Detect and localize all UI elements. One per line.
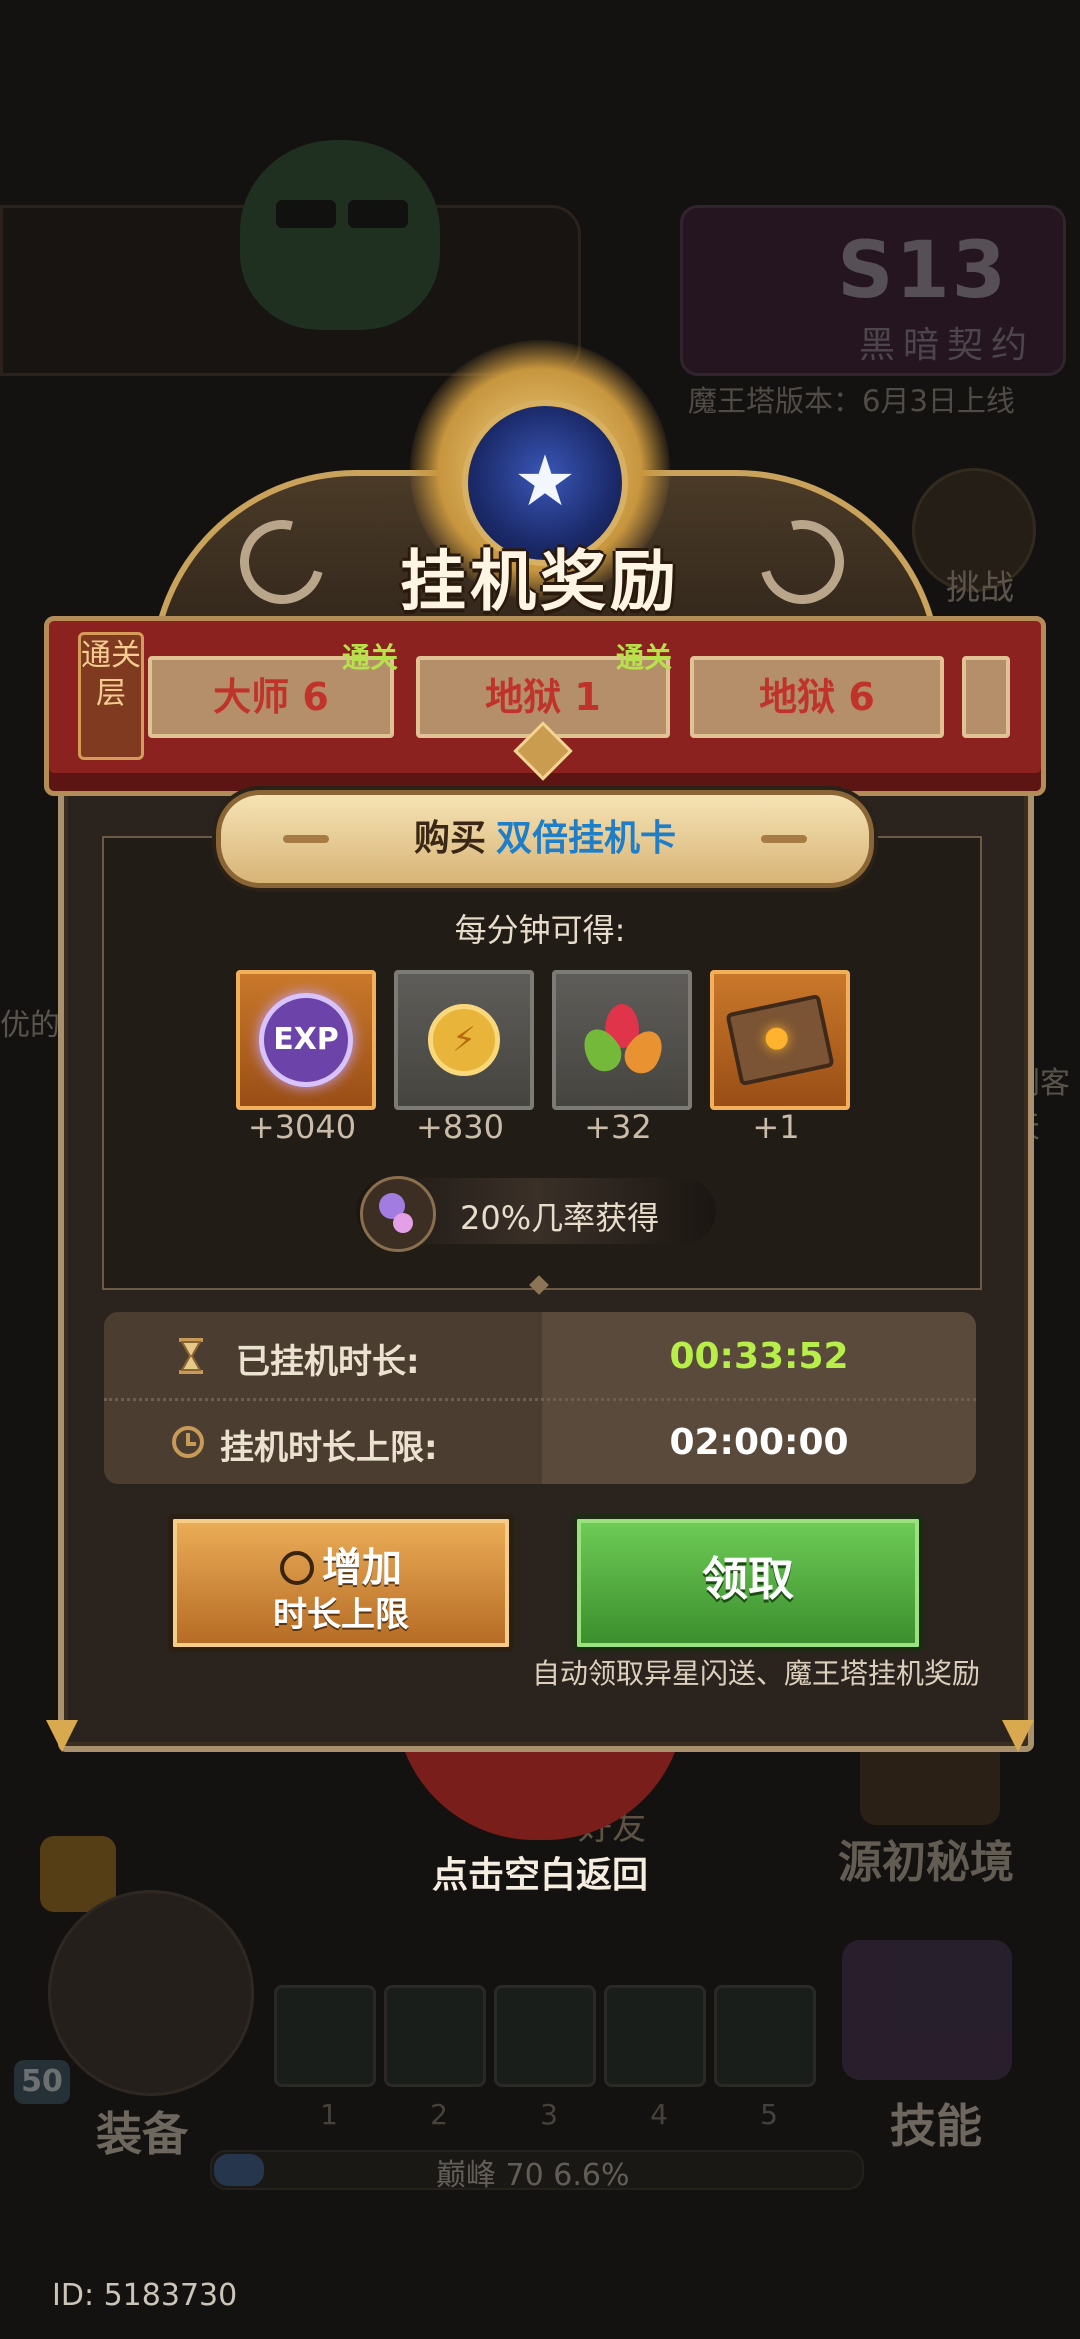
clock-icon [172,1426,204,1458]
skill-slot-number: 3 [540,2098,558,2131]
player-level-badge: 50 [14,2060,70,2104]
reward-chest[interactable] [710,970,850,1110]
reward-gold[interactable]: ⚡ [394,970,534,1110]
treasure-chest-icon [725,993,835,1087]
skill-book-icon [842,1940,1012,2080]
clock-icon [280,1551,314,1585]
claim-button[interactable]: 领取 [572,1514,924,1652]
star-shard-icon[interactable] [360,1176,436,1252]
bonus-chance-text: 20%几率获得 [460,1199,660,1237]
season-banner: S13 黑暗契约 [680,205,1066,376]
season-number: S13 [837,226,1008,316]
stage-hell-6[interactable]: 地狱 6 [690,656,944,738]
buy-double-idle-card-button[interactable]: 购买 双倍挂机卡 [216,790,874,888]
per-minute-label: 每分钟可得: [454,911,626,949]
idle-time-label: 已挂机时长: [236,1342,420,1382]
skill-slot-number: 5 [760,2098,778,2131]
peak-progress-fill [214,2154,264,2186]
stage-cleared-badge: 通关 [616,641,673,674]
skill-slot [274,1985,376,2087]
buy-bar-ornament [761,835,807,843]
skill-slot-number: 2 [430,2098,448,2131]
increase-limit-button[interactable]: 增加 时长上限 [168,1514,514,1652]
reward-exp[interactable]: EXP [236,970,376,1110]
idle-limit-value: 02:00:00 [669,1422,849,1463]
gold-coin-icon: ⚡ [428,1004,500,1076]
popup-title: 挂机奖励 [400,543,680,620]
skill-label: 技能 [890,2099,982,2153]
reward-exp-amount: +3040 [247,1108,357,1146]
hero-avatar [48,1890,254,2096]
reward-gems-amount: +32 [584,1108,652,1146]
idle-time-value: 00:33:52 [669,1336,849,1377]
increase-sublabel: 时长上限 [273,1595,409,1635]
skill-slot [384,1985,486,2087]
exp-icon: EXP [259,993,353,1087]
idle-limit-label: 挂机时长上限: [220,1428,438,1468]
equip-label: 装备 [96,2107,188,2161]
increase-label: 增加 [322,1545,402,1591]
double-idle-card-label: 双倍挂机卡 [496,818,677,859]
season-subtitle: 黑暗契约 [858,325,1035,366]
player-id: ID: 5183730 [52,2278,238,2313]
tap-to-return-hint[interactable]: 点击空白返回 [0,1846,1080,1898]
reward-gems[interactable] [552,970,692,1110]
buy-bar-ornament [283,835,329,843]
skill-slot-number: 1 [320,2098,338,2131]
skill-slot [714,1985,816,2087]
skill-slots [250,1985,816,2095]
version-text: 魔王塔版本：6月3日上线 [688,384,1015,418]
panel-corner [46,1720,78,1752]
auto-claim-note: 自动领取异星闪送、魔王塔挂机奖励 [531,1657,980,1690]
green-mascot-image [240,140,440,330]
panel-corner [1002,1720,1034,1752]
skill-slot-number: 4 [650,2098,668,2131]
reward-gold-amount: +830 [416,1108,504,1146]
skill-slot [604,1985,706,2087]
stage-cleared-badge: 通关 [342,641,399,674]
gems-icon [576,1000,670,1080]
peak-progress-text: 巅峰 70 6.6% [436,2158,630,2193]
reward-chest-amount: +1 [752,1108,800,1146]
stage-next-partial[interactable] [962,656,1010,738]
floor-tag: 通关层 [78,632,144,760]
challenge-label: 挑战 [946,568,1014,608]
hourglass-icon [179,1338,203,1374]
skill-slot [494,1985,596,2087]
buy-prefix: 购买 [413,818,486,859]
